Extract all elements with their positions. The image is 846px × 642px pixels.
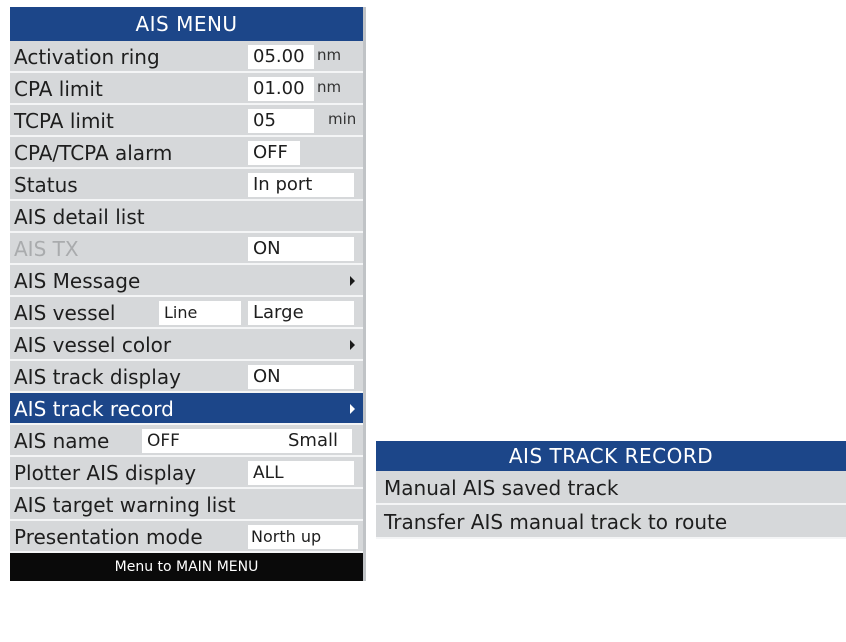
- menu-item-ais-vessel[interactable]: AIS vessel Line Large: [10, 297, 363, 329]
- tcpa-limit-unit: min: [328, 110, 357, 128]
- menu-item-ais-track-display[interactable]: AIS track display ON: [10, 361, 363, 393]
- activation-ring-value[interactable]: 05.00: [248, 45, 314, 69]
- ais-track-record-title: AIS TRACK RECORD: [376, 441, 846, 471]
- ais-vessel-type-value[interactable]: Line: [159, 301, 241, 325]
- menu-item-presentation-mode[interactable]: Presentation mode North up: [10, 521, 363, 553]
- cpa-limit-unit: nm: [317, 78, 342, 96]
- ais-target-warning-list-label: AIS target warning list: [14, 493, 236, 517]
- ais-track-display-value[interactable]: ON: [248, 365, 354, 389]
- tcpa-limit-label: TCPA limit: [14, 109, 114, 133]
- presentation-mode-label: Presentation mode: [14, 525, 203, 549]
- ais-tx-label: AIS TX: [14, 237, 79, 261]
- menu-item-ais-message[interactable]: AIS Message: [10, 265, 363, 297]
- menu-item-ais-tx: AIS TX ON: [10, 233, 363, 265]
- cpa-tcpa-alarm-value[interactable]: OFF: [248, 141, 300, 165]
- submenu-item-transfer-ais-manual-track[interactable]: Transfer AIS manual track to route: [376, 505, 846, 539]
- ais-menu-title: AIS MENU: [10, 7, 363, 41]
- menu-to-main-menu-button[interactable]: Menu to MAIN MENU: [10, 553, 363, 581]
- status-label: Status: [14, 173, 78, 197]
- menu-item-tcpa-limit[interactable]: TCPA limit 05 min: [10, 105, 363, 137]
- menu-item-activation-ring[interactable]: Activation ring 05.00 nm: [10, 41, 363, 73]
- menu-item-status[interactable]: Status In port: [10, 169, 363, 201]
- menu-item-plotter-ais-display[interactable]: Plotter AIS display ALL: [10, 457, 363, 489]
- ais-track-record-submenu: AIS TRACK RECORD Manual AIS saved track …: [376, 441, 846, 539]
- tcpa-limit-value[interactable]: 05: [248, 109, 314, 133]
- cpa-tcpa-alarm-label: CPA/TCPA alarm: [14, 141, 173, 165]
- screen: AIS MENU Activation ring 05.00 nm CPA li…: [0, 0, 846, 642]
- submenu-arrow-icon: [350, 340, 355, 350]
- ais-vessel-color-label: AIS vessel color: [14, 333, 172, 357]
- menu-item-cpa-tcpa-alarm[interactable]: CPA/TCPA alarm OFF: [10, 137, 363, 169]
- submenu-arrow-icon: [350, 404, 355, 414]
- menu-item-ais-name[interactable]: AIS name OFF Small: [10, 425, 363, 457]
- status-value[interactable]: In port: [248, 173, 354, 197]
- ais-message-label: AIS Message: [14, 269, 141, 293]
- ais-tx-value: ON: [248, 237, 354, 261]
- menu-item-ais-track-record[interactable]: AIS track record: [10, 393, 363, 425]
- menu-item-ais-vessel-color[interactable]: AIS vessel color: [10, 329, 363, 361]
- plotter-ais-display-label: Plotter AIS display: [14, 461, 197, 485]
- ais-detail-list-label: AIS detail list: [14, 205, 145, 229]
- ais-vessel-size-value[interactable]: Large: [248, 301, 354, 325]
- ais-menu: AIS MENU Activation ring 05.00 nm CPA li…: [10, 7, 366, 581]
- submenu-item-manual-ais-saved-track[interactable]: Manual AIS saved track: [376, 471, 846, 505]
- ais-name-label: AIS name: [14, 429, 110, 453]
- menu-item-ais-detail-list[interactable]: AIS detail list: [10, 201, 363, 233]
- cpa-limit-value[interactable]: 01.00: [248, 77, 314, 101]
- submenu-arrow-icon: [350, 276, 355, 286]
- menu-item-cpa-limit[interactable]: CPA limit 01.00 nm: [10, 73, 363, 105]
- ais-vessel-label: AIS vessel: [14, 301, 116, 325]
- ais-name-size-value[interactable]: Small: [288, 427, 338, 455]
- menu-item-ais-target-warning-list[interactable]: AIS target warning list: [10, 489, 363, 521]
- presentation-mode-value[interactable]: North up: [248, 525, 358, 549]
- activation-ring-label: Activation ring: [14, 45, 160, 69]
- ais-track-display-label: AIS track display: [14, 365, 181, 389]
- cpa-limit-label: CPA limit: [14, 77, 103, 101]
- ais-track-record-label: AIS track record: [14, 397, 174, 421]
- activation-ring-unit: nm: [317, 46, 342, 64]
- plotter-ais-display-value[interactable]: ALL: [248, 461, 354, 485]
